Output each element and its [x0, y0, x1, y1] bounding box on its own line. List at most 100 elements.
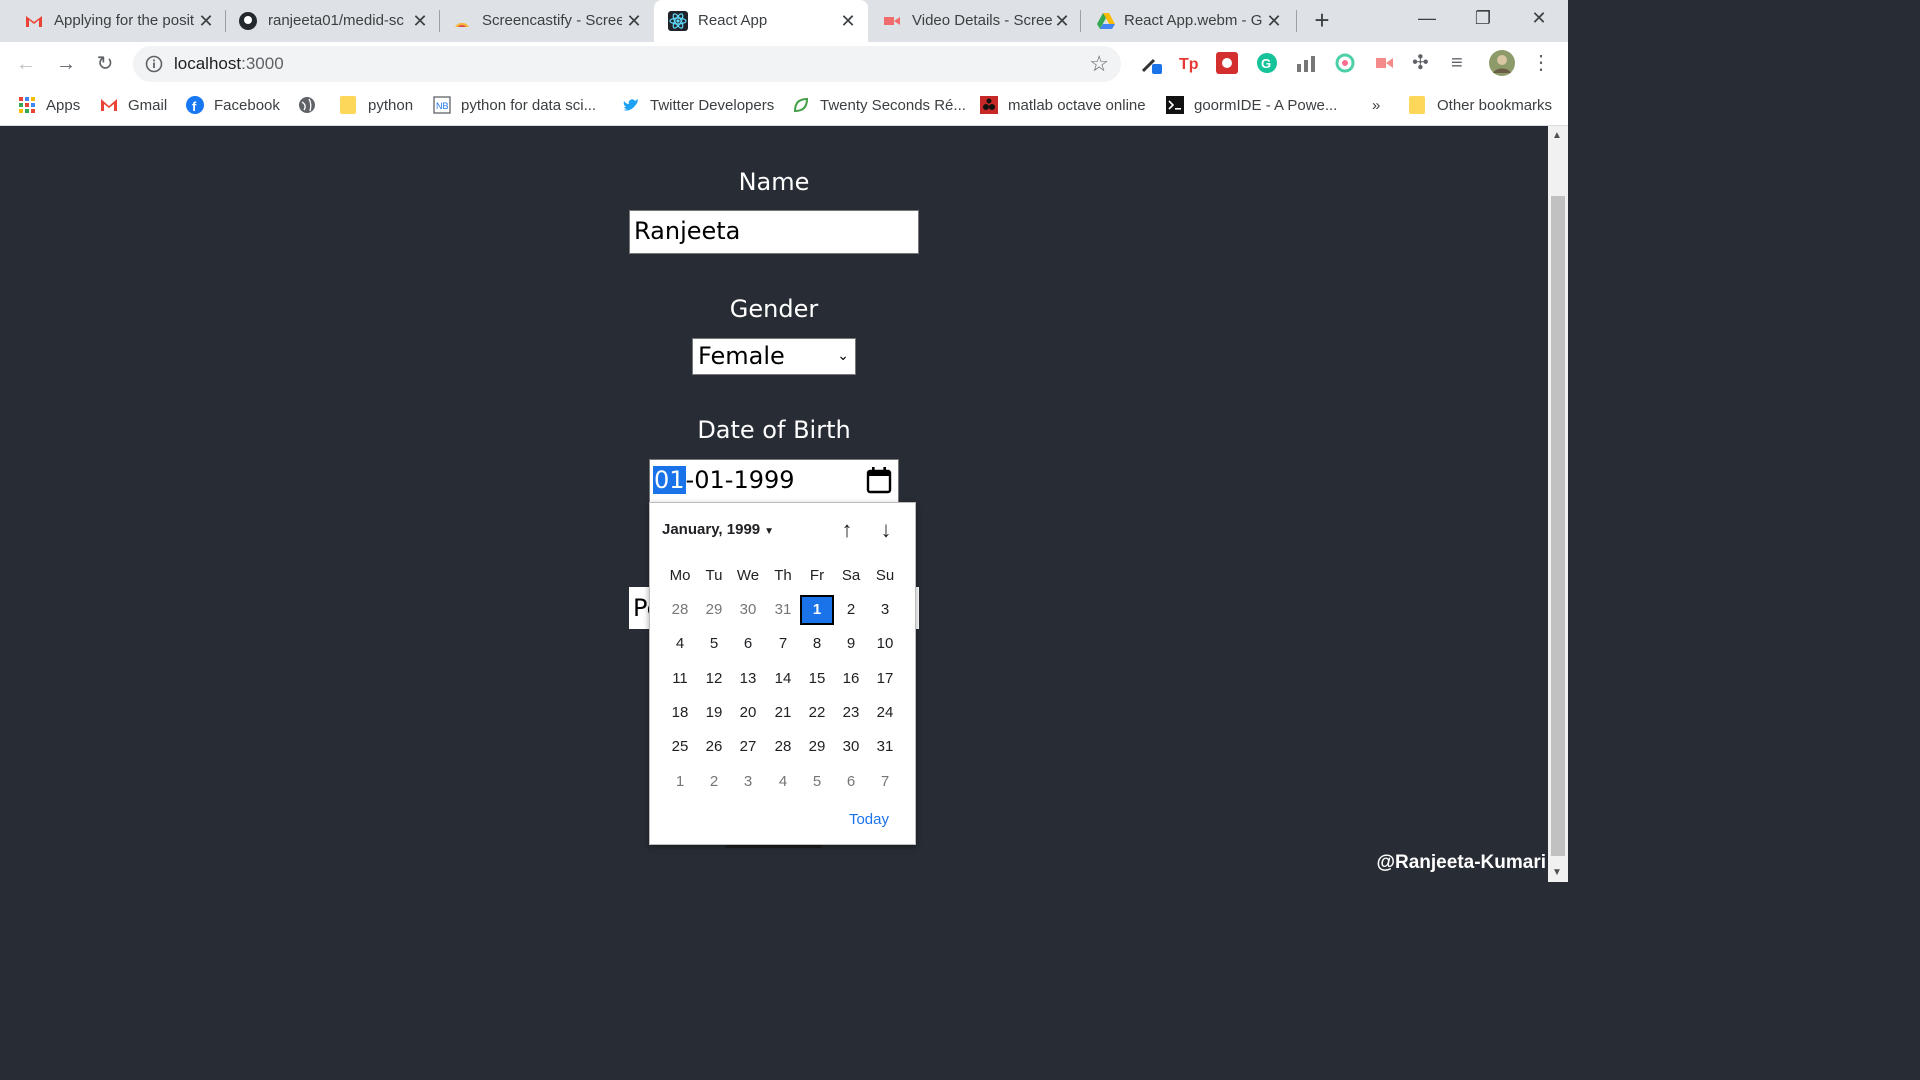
calendar-day[interactable]: 29: [800, 732, 834, 762]
tab-drive[interactable]: React App.webm - G ✕: [1082, 0, 1296, 42]
calendar-icon[interactable]: [866, 466, 892, 494]
calendar-day[interactable]: 30: [731, 595, 765, 625]
calendar-day[interactable]: 2: [834, 595, 868, 625]
new-tab-button[interactable]: +: [1310, 7, 1334, 33]
ring-extension-icon[interactable]: [1334, 52, 1356, 74]
gender-select[interactable]: Female ⌄: [692, 338, 856, 375]
dob-year-segment[interactable]: 1999: [733, 466, 794, 494]
bookmark-gmail[interactable]: Gmail: [100, 94, 167, 116]
name-input[interactable]: Ranjeeta: [629, 210, 919, 254]
calendar-day[interactable]: 20: [731, 698, 765, 728]
calendar-day[interactable]: 10: [868, 629, 902, 659]
address-bar[interactable]: localhost:3000 ☆: [133, 46, 1121, 82]
calendar-day[interactable]: 6: [834, 767, 868, 797]
calendar-day[interactable]: 1: [663, 767, 697, 797]
calendar-day[interactable]: 25: [663, 732, 697, 762]
info-icon[interactable]: [145, 55, 163, 73]
tab-close-icon[interactable]: ✕: [624, 11, 644, 31]
calendar-day[interactable]: 9: [834, 629, 868, 659]
bookmark-python-data-sci[interactable]: NB python for data sci...: [433, 94, 596, 116]
calendar-day[interactable]: 24: [868, 698, 902, 728]
calendar-day[interactable]: 17: [868, 664, 902, 694]
calendar-day[interactable]: 3: [868, 595, 902, 625]
calendar-day[interactable]: 14: [766, 664, 800, 694]
calendar-day[interactable]: 18: [663, 698, 697, 728]
media-control-icon[interactable]: ≡: [1451, 52, 1473, 74]
avatar[interactable]: [1488, 49, 1516, 77]
calendar-day[interactable]: 15: [800, 664, 834, 694]
calendar-day[interactable]: 23: [834, 698, 868, 728]
analytics-icon[interactable]: [1295, 52, 1317, 74]
calendar-day[interactable]: 16: [834, 664, 868, 694]
bookmark-folder-python[interactable]: python: [340, 94, 413, 116]
tp-extension-icon[interactable]: Tp: [1178, 52, 1200, 74]
extensions-puzzle-icon[interactable]: ✣: [1412, 52, 1434, 74]
tab-close-icon[interactable]: ✕: [196, 11, 216, 31]
grammarly-icon[interactable]: G: [1256, 52, 1278, 74]
calendar-day[interactable]: 3: [731, 767, 765, 797]
calendar-day[interactable]: 28: [663, 595, 697, 625]
calendar-day[interactable]: 13: [731, 664, 765, 694]
tab-gmail[interactable]: Applying for the position ✕: [0, 0, 222, 42]
calendar-day[interactable]: 19: [697, 698, 731, 728]
calendar-day[interactable]: 26: [697, 732, 731, 762]
calendar-day[interactable]: 6: [731, 629, 765, 659]
bookmark-twitter-developers[interactable]: Twitter Developers: [622, 94, 774, 116]
tab-react-app[interactable]: React App ✕: [654, 0, 868, 42]
bookmark-globe[interactable]: [298, 94, 326, 116]
vertical-scrollbar[interactable]: ▲ ▼: [1548, 126, 1568, 882]
calendar-day[interactable]: 7: [868, 767, 902, 797]
calendar-day-selected[interactable]: 1: [800, 595, 834, 625]
calendar-day[interactable]: 21: [766, 698, 800, 728]
bookmark-matlab-octave[interactable]: matlab octave online: [980, 94, 1146, 116]
bookmark-twenty-seconds[interactable]: Twenty Seconds Ré...: [792, 94, 966, 116]
restore-icon[interactable]: ❐: [1468, 6, 1498, 30]
calendar-day[interactable]: 29: [697, 595, 731, 625]
minimize-icon[interactable]: —: [1412, 6, 1442, 30]
bookmark-apps[interactable]: Apps: [18, 94, 80, 116]
tab-github[interactable]: ranjeeta01/medid-sc ✕: [214, 0, 436, 42]
tab-close-icon[interactable]: ✕: [1264, 11, 1284, 31]
close-window-icon[interactable]: ✕: [1524, 6, 1554, 30]
calendar-day[interactable]: 28: [766, 732, 800, 762]
dob-date-input[interactable]: 01-01-1999: [649, 459, 899, 503]
tab-close-icon[interactable]: ✕: [410, 11, 430, 31]
calendar-day[interactable]: 30: [834, 732, 868, 762]
calendar-day[interactable]: 2: [697, 767, 731, 797]
scroll-down-icon[interactable]: ▼: [1552, 867, 1562, 878]
calendar-day[interactable]: 5: [697, 629, 731, 659]
dob-month-segment[interactable]: 01: [694, 466, 725, 494]
tab-screencastify[interactable]: Screencastify - Screen ✕: [428, 0, 650, 42]
scrollbar-thumb[interactable]: [1551, 196, 1565, 856]
calendar-day[interactable]: 8: [800, 629, 834, 659]
calendar-day[interactable]: 11: [663, 664, 697, 694]
tab-close-icon[interactable]: ✕: [1052, 11, 1072, 31]
bookmark-star-icon[interactable]: ☆: [1089, 52, 1109, 76]
calendar-day[interactable]: 22: [800, 698, 834, 728]
screencastify-extension-icon[interactable]: [1373, 52, 1395, 74]
color-picker-icon[interactable]: [1140, 52, 1162, 74]
calendar-day[interactable]: 7: [766, 629, 800, 659]
calendar-day[interactable]: 5: [800, 767, 834, 797]
bookmark-facebook[interactable]: f Facebook: [186, 94, 280, 116]
forward-button[interactable]: →: [54, 52, 78, 76]
back-button[interactable]: ←: [14, 52, 38, 76]
reload-button[interactable]: ↻: [93, 52, 117, 76]
calendar-day[interactable]: 12: [697, 664, 731, 694]
calendar-day[interactable]: 4: [663, 629, 697, 659]
mosaic-extension-icon[interactable]: [1216, 52, 1238, 74]
tab-close-icon[interactable]: ✕: [838, 11, 858, 31]
dob-day-segment[interactable]: 01: [653, 466, 686, 494]
scroll-up-icon[interactable]: ▲: [1552, 130, 1562, 141]
calendar-day[interactable]: 31: [766, 595, 800, 625]
bookmark-goormide[interactable]: goormIDE - A Powe...: [1166, 94, 1337, 116]
more-bookmarks-button[interactable]: »: [1372, 94, 1380, 116]
calendar-day[interactable]: 31: [868, 732, 902, 762]
other-bookmarks-folder[interactable]: Other bookmarks: [1409, 94, 1552, 116]
calendar-day[interactable]: 27: [731, 732, 765, 762]
calendar-day[interactable]: 4: [766, 767, 800, 797]
next-month-arrow-down-icon[interactable]: ↓: [874, 517, 898, 543]
previous-month-arrow-up-icon[interactable]: ↑: [835, 517, 859, 543]
tab-video-details[interactable]: Video Details - Scree ✕: [868, 0, 1082, 42]
today-button[interactable]: Today: [849, 811, 889, 828]
